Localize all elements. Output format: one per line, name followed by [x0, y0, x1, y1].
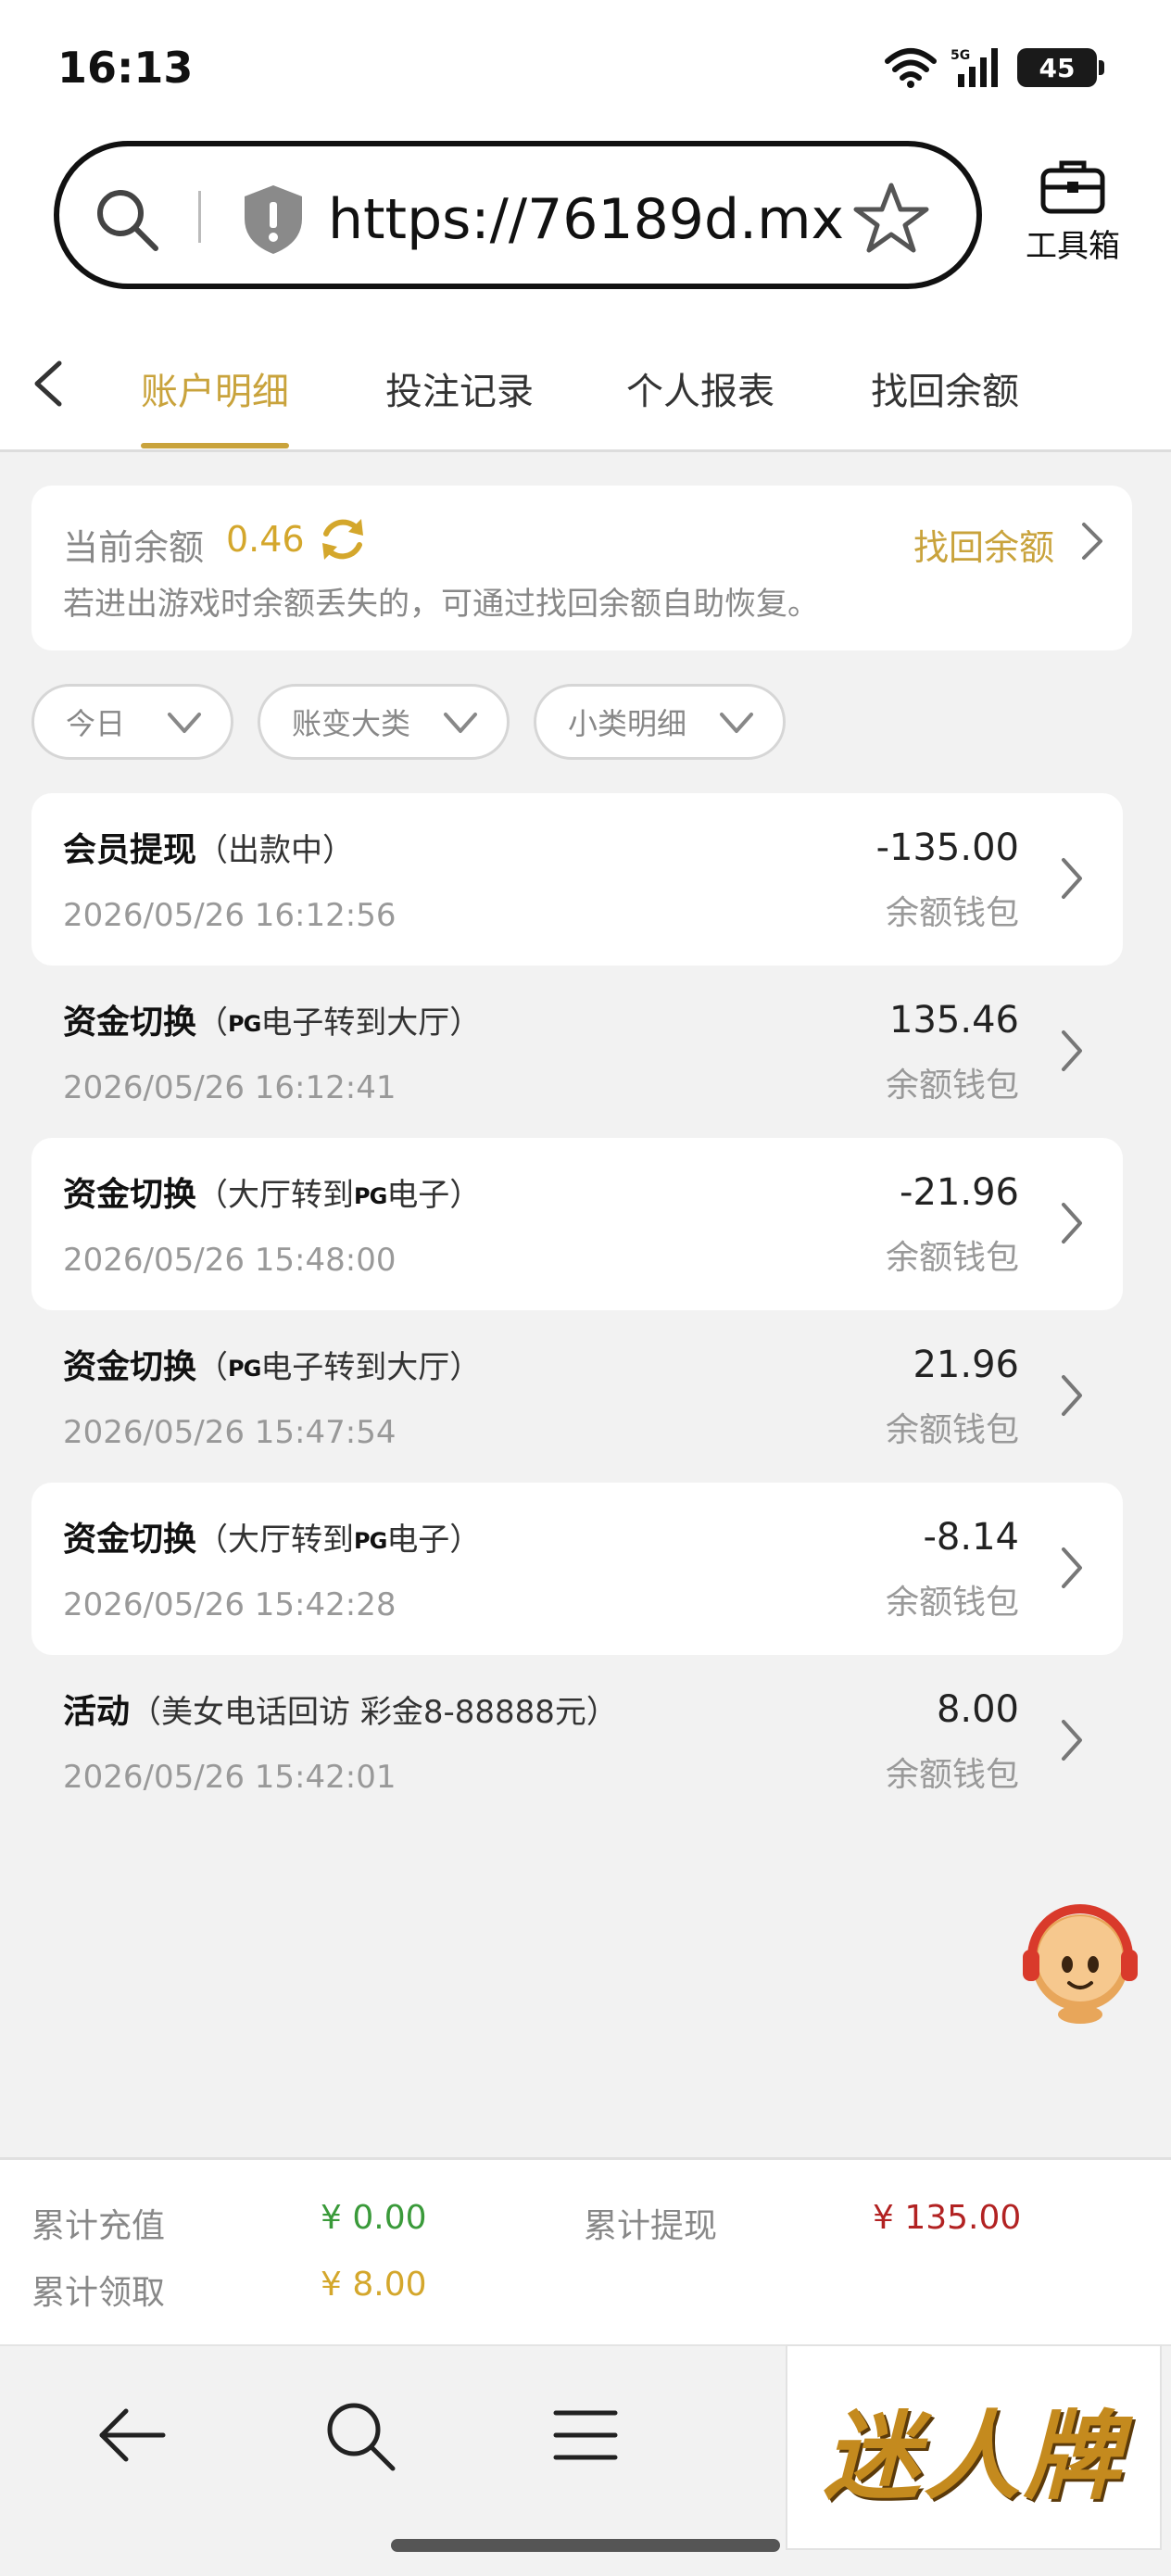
chevron-right-icon[interactable] — [1058, 1027, 1086, 1075]
toolbox-icon — [1040, 160, 1105, 214]
transaction-row[interactable]: 会员提现（出款中） 2026/05/26 16:12:56 -135.00 余额… — [31, 793, 1123, 966]
transaction-row[interactable]: 活动（美女电话回访 彩金8-88888元） 2026/05/26 15:42:0… — [31, 1655, 1123, 1827]
summary-panel: 累计充值 ¥ 0.00 累计提现 ¥ 135.00 累计领取 ¥ 8.00 — [0, 2157, 1171, 2344]
transaction-amount: 21.96 — [913, 1344, 1019, 1386]
chevron-right-icon[interactable] — [1058, 1199, 1086, 1247]
battery-icon: 45 — [1017, 48, 1104, 87]
search-icon[interactable] — [321, 2396, 398, 2474]
filter-category[interactable]: 账变大类 — [258, 684, 510, 760]
transaction-row[interactable]: 资金切换（大厅转到PG电子） 2026/05/26 15:42:28 -8.14… — [31, 1483, 1123, 1655]
transaction-title: 资金切换（PG电子转到大厅） — [63, 1348, 482, 1386]
total-claim-value: ¥ 8.00 — [321, 2266, 427, 2304]
tab-bet-records[interactable]: 投注记录 — [385, 361, 534, 415]
url-text[interactable]: https://76189d.mx... — [328, 187, 847, 252]
tab-bar: 账户明细 投注记录 个人报表 找回余额 — [0, 315, 1171, 452]
search-icon — [97, 190, 158, 251]
total-recharge-value: ¥ 0.00 — [321, 2199, 427, 2237]
chevron-right-icon[interactable] — [1058, 1544, 1086, 1592]
transaction-wallet: 余额钱包 — [885, 1756, 1019, 1794]
transaction-date: 2026/05/26 15:42:28 — [63, 1586, 397, 1623]
transaction-date: 2026/05/26 16:12:56 — [63, 897, 397, 934]
filter-category-label: 账变大类 — [292, 706, 411, 741]
transaction-amount: 8.00 — [936, 1688, 1019, 1731]
total-recharge-label: 累计充值 — [31, 2207, 166, 2245]
filter-date[interactable]: 今日 — [31, 684, 233, 760]
transaction-amount: -135.00 — [875, 827, 1019, 869]
chevron-right-icon[interactable] — [1058, 854, 1086, 903]
transaction-date: 2026/05/26 16:12:41 — [63, 1069, 397, 1106]
transaction-row[interactable]: 资金切换（PG电子转到大厅） 2026/05/26 16:12:41 135.4… — [31, 966, 1123, 1138]
transaction-row[interactable]: 资金切换（PG电子转到大厅） 2026/05/26 15:47:54 21.96… — [31, 1310, 1123, 1483]
pg-logo-icon: PG — [354, 1183, 387, 1209]
total-withdraw-label: 累计提现 — [584, 2207, 718, 2245]
customer-service-mascot-icon[interactable] — [1012, 1890, 1149, 2027]
total-claim-label: 累计领取 — [31, 2274, 166, 2312]
transaction-wallet: 余额钱包 — [885, 894, 1019, 932]
balance-label: 当前余额 — [63, 527, 205, 568]
balance-hint: 若进出游戏时余额丢失的，可通过找回余额自助恢复。 — [63, 586, 819, 623]
transaction-title: 活动（美女电话回访 彩金8-88888元） — [63, 1693, 618, 1731]
menu-icon[interactable] — [547, 2396, 624, 2474]
transaction-title: 资金切换（大厅转到PG电子） — [63, 1521, 482, 1559]
chevron-down-icon — [168, 713, 201, 733]
home-indicator[interactable] — [391, 2539, 780, 2552]
address-bar[interactable]: https://76189d.mx... — [54, 141, 982, 289]
active-tab-indicator — [141, 443, 289, 448]
transaction-date: 2026/05/26 15:48:00 — [63, 1242, 397, 1279]
filter-subcategory-label: 小类明细 — [568, 706, 687, 741]
filter-subcategory[interactable]: 小类明细 — [534, 684, 786, 760]
chevron-right-icon[interactable] — [1078, 521, 1104, 562]
toolbox-button[interactable]: 工具箱 — [1017, 158, 1128, 278]
transaction-wallet: 余额钱包 — [885, 1239, 1019, 1277]
chevron-right-icon[interactable] — [1058, 1371, 1086, 1420]
brand-logo: 迷人牌 — [823, 2398, 1124, 2513]
transaction-date: 2026/05/26 15:47:54 — [63, 1414, 397, 1451]
transaction-title: 资金切换（大厅转到PG电子） — [63, 1176, 482, 1214]
chevron-right-icon[interactable] — [1058, 1716, 1086, 1764]
balance-value: 0.46 — [226, 519, 305, 560]
transaction-title: 资金切换（PG电子转到大厅） — [63, 1004, 482, 1042]
chevron-down-icon — [444, 713, 477, 733]
back-chevron-icon[interactable] — [30, 358, 67, 410]
transaction-wallet: 余额钱包 — [885, 1411, 1019, 1449]
transaction-wallet: 余额钱包 — [885, 1067, 1019, 1105]
status-bar: 16:13 5G 45 — [0, 0, 1171, 139]
shield-warning-icon[interactable] — [241, 183, 306, 256]
transaction-amount: 135.46 — [889, 999, 1019, 1042]
transaction-date: 2026/05/26 15:42:01 — [63, 1759, 397, 1796]
wifi-icon — [885, 48, 937, 88]
balance-card: 当前余额 0.46 找回余额 若进出游戏时余额丢失的，可通过找回余额自助恢复。 — [31, 486, 1132, 650]
transaction-amount: -8.14 — [923, 1516, 1020, 1559]
total-withdraw-value: ¥ 135.00 — [873, 2199, 1022, 2237]
status-time: 16:13 — [57, 43, 194, 93]
tab-account-details[interactable]: 账户明细 — [141, 361, 289, 415]
chevron-down-icon — [720, 713, 753, 733]
address-divider — [198, 191, 201, 243]
svg-text:5G: 5G — [951, 48, 970, 63]
toolbox-label: 工具箱 — [1026, 228, 1120, 265]
tab-recover-balance[interactable]: 找回余额 — [871, 361, 1019, 415]
tab-personal-report[interactable]: 个人报表 — [626, 361, 774, 415]
filter-date-label: 今日 — [66, 706, 126, 741]
brand-overlay: 迷人牌 — [786, 2344, 1162, 2550]
signal-icon: 5G — [951, 48, 998, 87]
back-arrow-icon[interactable] — [93, 2396, 170, 2474]
transaction-amount: -21.96 — [900, 1171, 1019, 1214]
status-icons: 5G 45 — [884, 46, 1104, 89]
refresh-icon[interactable] — [317, 513, 369, 565]
recover-balance-link[interactable]: 找回余额 — [913, 519, 1054, 570]
pg-logo-icon: PG — [228, 1011, 261, 1037]
transaction-title: 会员提现（出款中） — [63, 831, 355, 869]
bookmark-star-icon[interactable] — [852, 180, 930, 258]
browser-toolbar: https://76189d.mx... 工具箱 — [0, 130, 1171, 315]
transaction-row[interactable]: 资金切换（大厅转到PG电子） 2026/05/26 15:48:00 -21.9… — [31, 1138, 1123, 1310]
transaction-wallet: 余额钱包 — [885, 1584, 1019, 1622]
pg-logo-icon: PG — [228, 1356, 261, 1382]
pg-logo-icon: PG — [354, 1528, 387, 1554]
